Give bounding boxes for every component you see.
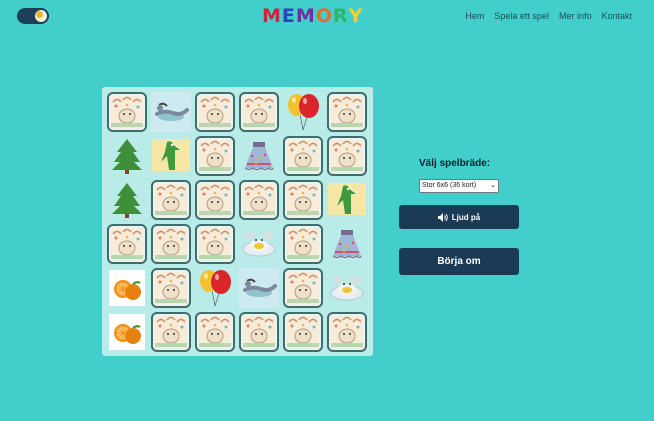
- nav-contact[interactable]: Kontakt: [601, 11, 632, 21]
- card-back-icon: [195, 180, 235, 220]
- memory-card-face-down[interactable]: [195, 136, 235, 176]
- card-back-icon: [239, 180, 279, 220]
- logo: MEMORY: [262, 6, 363, 26]
- memory-card-balloons[interactable]: [283, 92, 323, 132]
- memory-card-face-down[interactable]: [151, 268, 191, 308]
- memory-card-face-down[interactable]: [195, 92, 235, 132]
- card-back-icon: [107, 92, 147, 132]
- card-back-icon: [151, 312, 191, 352]
- memory-card-lizard[interactable]: [239, 268, 279, 308]
- logo-letter: R: [332, 5, 349, 27]
- tree-icon: [112, 139, 142, 174]
- memory-card-orange[interactable]: [107, 312, 147, 352]
- lizard-icon: [239, 268, 279, 308]
- memory-card-face-down[interactable]: [239, 180, 279, 220]
- egg-icon: [330, 276, 364, 301]
- memory-card-crocodile[interactable]: [327, 180, 367, 220]
- memory-card-face-down[interactable]: [283, 136, 323, 176]
- logo-letter: O: [315, 5, 333, 27]
- board-size-select[interactable]: Stor 6x6 (36 kort) ⌄: [419, 179, 499, 193]
- memory-card-face-down[interactable]: [327, 92, 367, 132]
- memory-card-egg[interactable]: [327, 268, 367, 308]
- memory-card-face-down[interactable]: [107, 224, 147, 264]
- memory-card-face-down[interactable]: [195, 224, 235, 264]
- memory-card-face-down[interactable]: [107, 92, 147, 132]
- card-back-icon: [283, 180, 323, 220]
- logo-letter: M: [262, 5, 282, 27]
- tree-icon: [112, 183, 142, 218]
- card-back-icon: [151, 180, 191, 220]
- memory-card-face-down[interactable]: [151, 180, 191, 220]
- card-back-icon: [195, 92, 235, 132]
- orange-icon: [109, 270, 145, 306]
- memory-card-crocodile[interactable]: [151, 136, 191, 176]
- memory-card-orange[interactable]: [107, 268, 147, 308]
- sound-toggle-button[interactable]: Ljud på: [399, 205, 519, 229]
- nav-home[interactable]: Hem: [465, 11, 484, 21]
- main-nav: Hem Spela ett spel Mer info Kontakt: [465, 11, 632, 21]
- card-back-icon: [327, 136, 367, 176]
- card-back-icon: [283, 268, 323, 308]
- skirt-icon: [244, 142, 274, 171]
- memory-card-face-down[interactable]: [239, 92, 279, 132]
- memory-card-face-down[interactable]: [283, 312, 323, 352]
- memory-card-face-down[interactable]: [151, 224, 191, 264]
- balloons-icon: [288, 94, 319, 131]
- card-back-icon: [283, 312, 323, 352]
- card-back-icon: [327, 92, 367, 132]
- card-back-icon: [283, 224, 323, 264]
- restart-button[interactable]: Börja om: [399, 248, 519, 275]
- nav-info[interactable]: Mer info: [559, 11, 592, 21]
- card-back-icon: [151, 268, 191, 308]
- logo-letter: M: [295, 5, 316, 27]
- memory-card-face-down[interactable]: [195, 180, 235, 220]
- memory-card-tree[interactable]: [107, 136, 147, 176]
- card-back-icon: [239, 92, 279, 132]
- memory-card-tree[interactable]: [107, 180, 147, 220]
- memory-card-face-down[interactable]: [327, 312, 367, 352]
- lizard-icon: [151, 92, 191, 132]
- card-back-icon: [195, 224, 235, 264]
- board-select-label: Välj spelbräde:: [419, 158, 491, 169]
- memory-card-balloons[interactable]: [195, 268, 235, 308]
- board-size-value: Stor 6x6 (36 kort): [422, 182, 477, 189]
- memory-card-face-down[interactable]: [239, 312, 279, 352]
- nav-play[interactable]: Spela ett spel: [494, 11, 549, 21]
- card-back-icon: [195, 136, 235, 176]
- memory-card-face-down[interactable]: [283, 224, 323, 264]
- memory-card-egg[interactable]: [239, 224, 279, 264]
- moon-icon: [35, 10, 47, 22]
- speaker-icon: [437, 212, 448, 222]
- card-back-icon: [151, 224, 191, 264]
- card-back-icon: [107, 224, 147, 264]
- orange-icon: [109, 314, 145, 350]
- card-back-icon: [239, 312, 279, 352]
- memory-card-skirt[interactable]: [239, 136, 279, 176]
- card-back-icon: [195, 312, 235, 352]
- chevron-down-icon: ⌄: [490, 182, 496, 189]
- sound-button-label: Ljud på: [451, 212, 481, 222]
- egg-icon: [242, 232, 276, 257]
- memory-card-face-down[interactable]: [195, 312, 235, 352]
- memory-card-lizard[interactable]: [151, 92, 191, 132]
- skirt-icon: [332, 230, 362, 259]
- memory-card-face-down[interactable]: [283, 268, 323, 308]
- memory-card-face-down[interactable]: [151, 312, 191, 352]
- crocodile-icon: [328, 183, 366, 215]
- balloons-icon: [200, 270, 231, 307]
- card-back-icon: [283, 136, 323, 176]
- memory-card-face-down[interactable]: [283, 180, 323, 220]
- theme-toggle[interactable]: [17, 8, 49, 24]
- card-back-icon: [327, 312, 367, 352]
- logo-letter: E: [281, 5, 296, 27]
- logo-letter: Y: [348, 5, 364, 27]
- memory-card-face-down[interactable]: [327, 136, 367, 176]
- memory-card-skirt[interactable]: [327, 224, 367, 264]
- game-board: [102, 87, 373, 356]
- crocodile-icon: [152, 139, 190, 171]
